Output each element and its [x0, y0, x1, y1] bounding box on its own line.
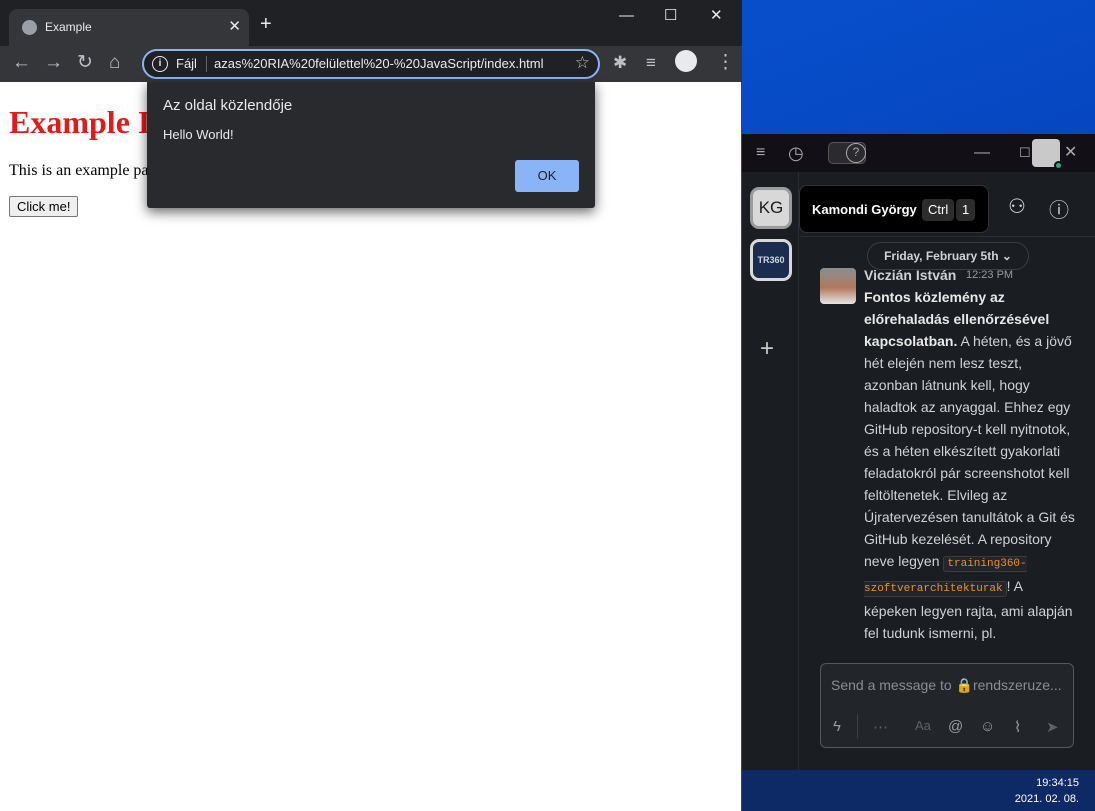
taskbar: 19:34:15 2021. 02. 08. [742, 770, 1095, 811]
page-heading: Example I [9, 104, 151, 140]
more-formatting-icon[interactable]: ⋯ [873, 718, 888, 736]
minimize-button[interactable]: — [619, 6, 634, 26]
menu-kebab-icon[interactable]: ⋮ [716, 52, 735, 74]
attachment-paperclip-icon[interactable]: ⌇ [1014, 718, 1021, 736]
tab-close-icon[interactable]: ✕ [228, 18, 241, 36]
author-avatar[interactable] [820, 268, 856, 304]
clock-time: 19:34:15 [1036, 777, 1079, 789]
system-clock[interactable]: 19:34:15 2021. 02. 08. [1015, 775, 1079, 807]
help-icon[interactable]: ? [846, 143, 866, 163]
close-window-button[interactable]: ✕ [1064, 143, 1077, 163]
message-composer[interactable]: Send a message to 🔒rendszeruze... ϟ ⋯ Aa… [820, 663, 1074, 748]
bookmark-star-icon[interactable]: ☆ [575, 53, 590, 73]
slack-titlebar: ≡ ◷ ? — ☐ ✕ [742, 134, 1095, 172]
composer-separator [857, 714, 858, 738]
composer-placeholder[interactable]: Send a message to 🔒rendszeruze... [831, 677, 1062, 694]
workspace-kg[interactable]: KG [750, 187, 792, 229]
click-me-button[interactable]: Click me! [9, 196, 79, 217]
scheme-label: Fájl [176, 56, 197, 71]
back-arrow-icon[interactable]: ← [12, 52, 31, 74]
tab-title: Example [45, 20, 92, 34]
alert-title: Az oldal közlendője [163, 97, 293, 114]
reload-icon[interactable]: ↻ [77, 52, 93, 74]
message-timestamp[interactable]: 12:23 PM [966, 269, 1013, 281]
workspace-tr360[interactable]: TR360 [750, 239, 792, 281]
address-bar[interactable]: i Fájl ‪azas%20RIA%20felülettel%20-%20Ja… [142, 49, 600, 79]
user-avatar[interactable] [1032, 139, 1063, 170]
media-queue-icon[interactable]: ≡ [646, 52, 656, 74]
history-clock-icon[interactable]: ◷ [788, 143, 804, 163]
tab-strip: Example ✕ + — ☐ ✕ [0, 0, 742, 46]
alert-ok-button[interactable]: OK [515, 160, 579, 192]
alert-dialog: Az oldal közlendője Hello World! OK [147, 82, 595, 208]
tab-example[interactable]: Example ✕ [9, 9, 249, 46]
online-status-icon [1054, 161, 1063, 170]
date-divider[interactable]: Friday, February 5th ⌄ [867, 242, 1029, 270]
header-divider [800, 236, 1095, 237]
minimize-button[interactable]: — [974, 143, 990, 163]
sidebar-toggle-icon[interactable]: ≡ [756, 143, 765, 163]
new-tab-button[interactable]: + [260, 14, 272, 34]
close-window-button[interactable]: ✕ [710, 6, 723, 26]
message-body: Fontos közlemény az előrehaladás ellenőr… [864, 286, 1079, 658]
extensions-puzzle-icon[interactable]: ✱ [613, 52, 627, 74]
browser-toolbar: ← → ↻ ⌂ i Fájl ‪azas%20RIA%20felülettel%… [0, 46, 742, 82]
clock-date: 2021. 02. 08. [1014, 793, 1079, 805]
shortcuts-lightning-icon[interactable]: ϟ [833, 718, 841, 735]
mention-at-icon[interactable]: @ [948, 718, 963, 735]
site-info-icon[interactable]: i [152, 56, 168, 72]
alert-message: Hello World! [163, 127, 234, 142]
channel-info-icon[interactable]: ⓘ [1049, 194, 1069, 223]
maximize-button[interactable]: ☐ [1019, 143, 1031, 163]
send-icon[interactable]: ➤ [1046, 718, 1059, 736]
workspace-rail: KG TR360 + [742, 172, 799, 770]
emoji-icon[interactable]: ☺ [980, 718, 995, 735]
forward-arrow-icon[interactable]: → [44, 52, 63, 74]
add-workspace-icon[interactable]: + [760, 335, 774, 363]
maximize-button[interactable]: ☐ [664, 6, 677, 26]
message-text-part-1: A héten, és a jövő hét elején nem lesz t… [864, 333, 1075, 569]
slack-window: ≡ ◷ ? — ☐ ✕ KG TR360 + Kamondi György Ct… [742, 134, 1095, 770]
add-member-icon[interactable]: ⚇ [1008, 194, 1026, 219]
text-format-icon[interactable]: Aa [915, 718, 931, 733]
url-text[interactable]: ‪azas%20RIA%20felülettel%20-%20JavaScrip… [214, 56, 566, 71]
globe-icon [22, 20, 37, 35]
page-paragraph: This is an example pa [9, 162, 149, 179]
home-icon[interactable]: ⌂ [109, 52, 120, 74]
shortcut-mod-key: Ctrl [922, 199, 955, 221]
tooltip-workspace-name: Kamondi György [812, 202, 917, 217]
profile-avatar-icon[interactable] [675, 50, 697, 72]
workspace-tooltip: Kamondi György Ctrl 1 [799, 185, 989, 233]
omnibox-separator [206, 56, 207, 72]
message-author[interactable]: Viczián István [864, 267, 956, 283]
shortcut-number-key: 1 [956, 199, 976, 221]
browser-window: Example ✕ + — ☐ ✕ ← → ↻ ⌂ i Fájl ‪azas%2… [0, 0, 742, 811]
